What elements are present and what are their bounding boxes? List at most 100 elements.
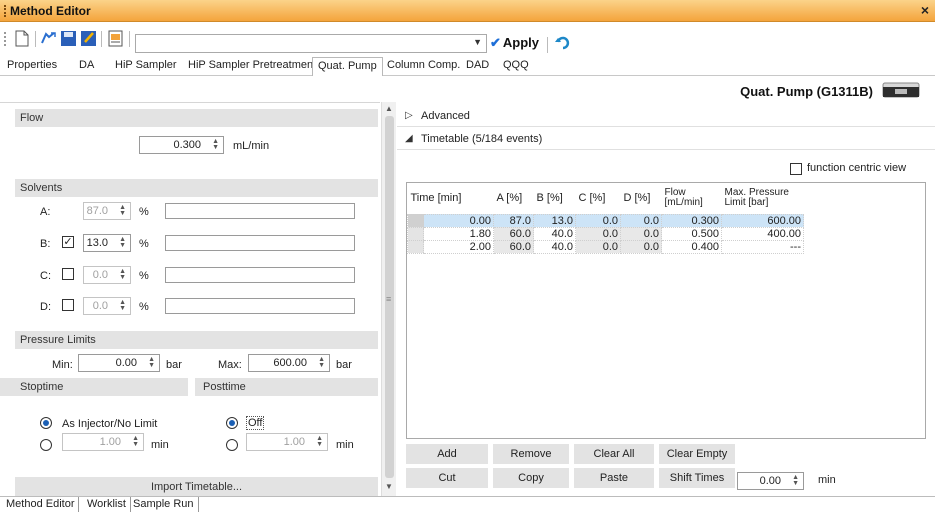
tab-worklist[interactable]: Worklist (83, 497, 131, 512)
report-icon[interactable] (107, 30, 124, 47)
stoptime-value-radio[interactable] (40, 439, 52, 451)
new-document-icon[interactable] (13, 30, 30, 47)
tab-hip-sampler-pretreatment[interactable]: HiP Sampler Pretreatment (183, 57, 321, 75)
column-header-c[interactable]: C [%] (575, 183, 621, 214)
table-cell[interactable]: --- (721, 239, 804, 254)
solvent-d-name-field[interactable] (165, 298, 355, 314)
tab-method-editor[interactable]: Method Editor (2, 497, 80, 512)
table-cell[interactable]: 0.0 (575, 239, 621, 254)
scroll-up-icon[interactable]: ▲ (385, 104, 393, 113)
spinner-icon[interactable]: ▲ ▼ (131, 435, 139, 448)
solvent-c-input[interactable]: 0.0 ▲ ▼ (83, 266, 131, 284)
table-cell[interactable]: 87.0 (493, 213, 534, 228)
table-cell[interactable]: 0.500 (661, 226, 722, 241)
save-as-icon[interactable] (80, 30, 97, 47)
table-cell[interactable]: 0.0 (575, 226, 621, 241)
posttime-value-radio[interactable] (226, 439, 238, 451)
undo-icon[interactable] (555, 36, 571, 50)
stoptime-no-limit-radio[interactable] (40, 417, 52, 429)
tab-da[interactable]: DA (74, 57, 99, 75)
table-cell[interactable]: 0.0 (575, 213, 621, 228)
row-header[interactable] (407, 239, 424, 254)
row-header[interactable] (407, 226, 424, 241)
spinner-icon[interactable]: ▲ ▼ (315, 435, 323, 448)
table-cell[interactable]: 40.0 (533, 239, 576, 254)
solvent-d-input[interactable]: 0.0 ▲ ▼ (83, 297, 131, 315)
save-icon[interactable] (60, 30, 77, 47)
method-combo[interactable]: ▼ (135, 34, 487, 53)
table-cell[interactable]: 0.0 (620, 226, 662, 241)
table-cell[interactable]: 60.0 (493, 226, 534, 241)
spinner-icon[interactable]: ▲ ▼ (791, 474, 799, 487)
table-cell[interactable]: 600.00 (721, 213, 804, 228)
timetable-grid[interactable]: Time [min] A [%] B [%] C [%] D [%] Flow … (406, 182, 926, 439)
table-cell[interactable]: 0.400 (661, 239, 722, 254)
solvent-b-checkbox[interactable]: ✓ (62, 236, 74, 248)
solvent-a-input[interactable]: 87.0 ▲ ▼ (83, 202, 131, 220)
close-icon[interactable]: × (921, 2, 929, 18)
spinner-icon[interactable]: ▲ ▼ (118, 299, 126, 312)
column-header-b[interactable]: B [%] (533, 183, 576, 214)
chevron-down-icon[interactable]: ▼ (473, 37, 482, 47)
table-cell[interactable]: 13.0 (533, 213, 576, 228)
table-cell[interactable]: 1.80 (423, 226, 494, 241)
tab-quat-pump[interactable]: Quat. Pump (312, 57, 383, 77)
cut-button[interactable]: Cut (406, 468, 488, 488)
apply-button[interactable]: ✔ Apply (490, 35, 539, 53)
collapse-down-icon[interactable]: ◢ (405, 128, 413, 150)
spinner-icon[interactable]: ▲ ▼ (118, 204, 126, 217)
table-cell[interactable]: 2.00 (423, 239, 494, 254)
table-row[interactable]: 0.00 87.0 13.0 0.0 0.0 0.300 600.00 (407, 213, 804, 228)
clear-all-button[interactable]: Clear All (574, 444, 654, 464)
stoptime-input[interactable]: 1.00 ▲ ▼ (62, 433, 144, 451)
function-centric-checkbox[interactable] (790, 163, 802, 175)
tab-dad[interactable]: DAD (461, 57, 494, 75)
scroll-down-icon[interactable]: ▼ (385, 482, 393, 491)
spinner-icon[interactable]: ▲ ▼ (317, 356, 325, 369)
tab-column-comp[interactable]: Column Comp. (382, 57, 465, 75)
timetable-expander[interactable]: ◢ Timetable (5/184 events) (397, 128, 935, 150)
table-cell[interactable]: 0.0 (620, 213, 662, 228)
tab-sample-run[interactable]: Sample Run (129, 497, 199, 512)
column-header-a[interactable]: A [%] (493, 183, 534, 214)
clear-empty-button[interactable]: Clear Empty (659, 444, 735, 464)
spinner-icon[interactable]: ▲ ▼ (147, 356, 155, 369)
table-cell[interactable]: 400.00 (721, 226, 804, 241)
pressure-min-input[interactable]: 0.00 ▲ ▼ (78, 354, 160, 372)
open-icon[interactable] (40, 30, 57, 47)
table-cell[interactable]: 60.0 (493, 239, 534, 254)
paste-button[interactable]: Paste (574, 468, 654, 488)
table-cell[interactable]: 40.0 (533, 226, 576, 241)
solvent-b-name-field[interactable] (165, 235, 355, 251)
solvent-c-checkbox[interactable] (62, 268, 74, 280)
splitter-grip-icon[interactable]: ≡ (386, 294, 391, 304)
spinner-icon[interactable]: ▲ ▼ (118, 236, 126, 249)
tab-qqq[interactable]: QQQ (498, 57, 534, 75)
solvent-d-checkbox[interactable] (62, 299, 74, 311)
row-header[interactable] (407, 213, 424, 228)
tab-properties[interactable]: Properties (2, 57, 62, 75)
table-row[interactable]: 1.80 60.0 40.0 0.0 0.0 0.500 400.00 (407, 226, 804, 241)
column-header-time[interactable]: Time [min] (407, 183, 494, 214)
spinner-icon[interactable]: ▲ ▼ (118, 268, 126, 281)
table-cell[interactable]: 0.300 (661, 213, 722, 228)
advanced-expander[interactable]: ▷ Advanced (397, 105, 935, 127)
column-header-flow[interactable]: Flow [mL/min] (661, 183, 722, 214)
tab-hip-sampler[interactable]: HiP Sampler (110, 57, 182, 75)
add-button[interactable]: Add (406, 444, 488, 464)
expand-right-icon[interactable]: ▷ (405, 105, 413, 127)
shift-times-input[interactable]: 0.00 ▲ ▼ (737, 472, 804, 490)
spinner-icon[interactable]: ▲ ▼ (211, 138, 219, 151)
pressure-max-input[interactable]: 600.00 ▲ ▼ (248, 354, 330, 372)
table-row[interactable]: 2.00 60.0 40.0 0.0 0.0 0.400 --- (407, 239, 804, 254)
solvent-a-name-field[interactable] (165, 203, 355, 219)
posttime-off-radio[interactable] (226, 417, 238, 429)
shift-times-button[interactable]: Shift Times (659, 468, 735, 488)
flow-input[interactable]: 0.300 ▲ ▼ (139, 136, 224, 154)
posttime-input[interactable]: 1.00 ▲ ▼ (246, 433, 328, 451)
import-timetable-button[interactable]: Import Timetable... (15, 477, 378, 497)
column-header-max-pressure[interactable]: Max. Pressure Limit [bar] (721, 183, 804, 214)
table-cell[interactable]: 0.00 (423, 213, 494, 228)
solvent-c-name-field[interactable] (165, 267, 355, 283)
solvent-b-input[interactable]: 13.0 ▲ ▼ (83, 234, 131, 252)
